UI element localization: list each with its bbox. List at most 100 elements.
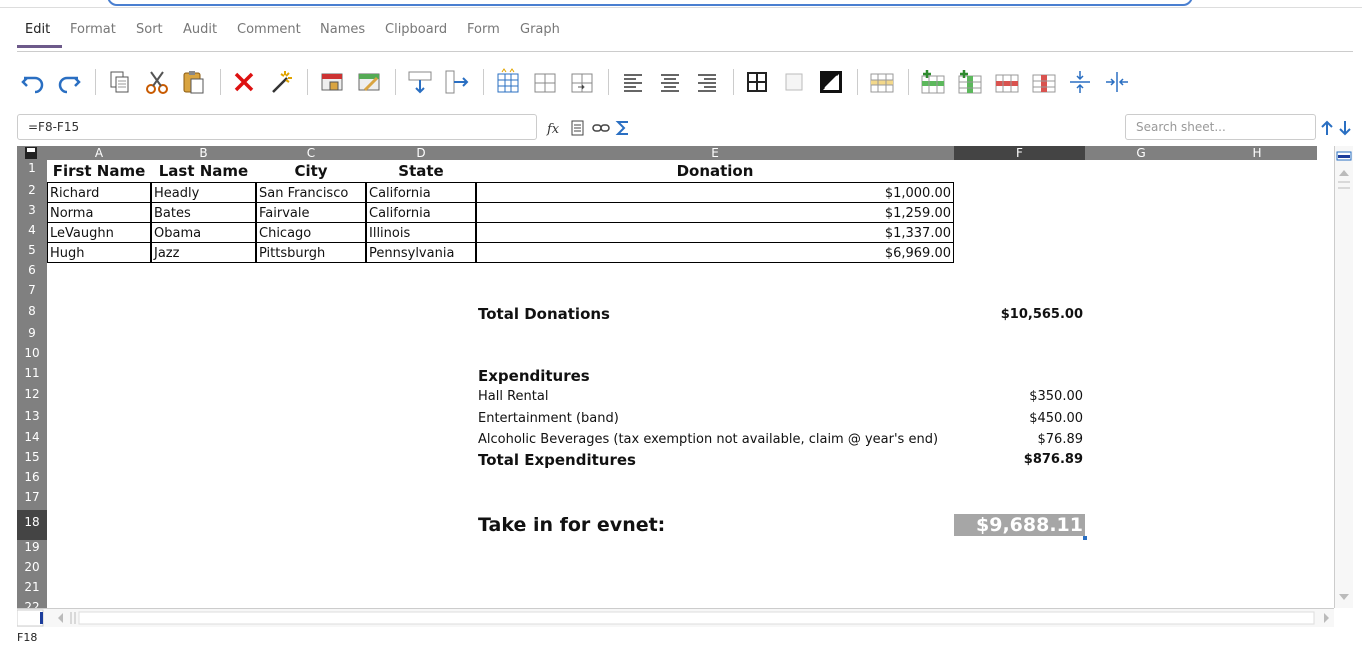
insert-column-icon[interactable] — [955, 67, 985, 97]
cell-E4[interactable]: $1,337.00 — [476, 222, 954, 243]
cut-icon[interactable] — [142, 67, 172, 97]
row-header[interactable]: 14 — [17, 430, 47, 450]
tab-sort[interactable]: Sort — [136, 22, 163, 37]
cell-A5[interactable]: Hugh — [47, 242, 151, 263]
cell-F15[interactable]: $876.89 — [954, 450, 1085, 470]
column-header[interactable]: F — [954, 146, 1085, 160]
lock-cell-icon[interactable] — [317, 67, 347, 97]
column-header[interactable]: D — [366, 146, 476, 160]
cell-A4[interactable]: LeVaughn — [47, 222, 151, 243]
tab-comment[interactable]: Comment — [237, 22, 301, 37]
column-header[interactable]: E — [476, 146, 954, 160]
insert-row-icon[interactable] — [867, 67, 897, 97]
cell-A3[interactable]: Norma — [47, 202, 151, 223]
cell-A1[interactable]: First Name — [47, 160, 151, 183]
cell-B5[interactable]: Jazz — [151, 242, 256, 263]
borders-icon[interactable] — [742, 67, 772, 97]
redo-icon[interactable] — [54, 67, 84, 97]
cell-E14[interactable]: Alcoholic Beverages (tax exemption not a… — [476, 430, 954, 450]
row-header[interactable]: 3 — [17, 203, 47, 223]
row-header[interactable]: 10 — [17, 346, 47, 366]
delete-column-icon[interactable] — [1029, 67, 1059, 97]
row-header[interactable]: 21 — [17, 580, 47, 600]
selected-cell-F18[interactable]: $9,688.11 — [954, 514, 1085, 536]
column-header[interactable]: B — [151, 146, 256, 160]
cell-C3[interactable]: Fairvale — [256, 202, 366, 223]
tab-clipboard[interactable]: Clipboard — [385, 22, 447, 37]
cell-F14[interactable]: $76.89 — [954, 430, 1085, 450]
save-corner[interactable] — [17, 146, 47, 160]
search-up-icon[interactable] — [1318, 118, 1336, 138]
cell-E13[interactable]: Entertainment (band) — [476, 408, 954, 430]
undo-icon[interactable] — [18, 67, 48, 97]
cell-A2[interactable]: Richard — [47, 182, 151, 203]
row-header[interactable]: 1 — [17, 160, 47, 183]
cell-D3[interactable]: California — [366, 202, 476, 223]
paste-formats-icon[interactable] — [266, 67, 296, 97]
cell-C4[interactable]: Chicago — [256, 222, 366, 243]
row-header[interactable]: 7 — [17, 283, 47, 303]
sum-icon[interactable] — [614, 119, 632, 137]
cell-E8[interactable]: Total Donations — [476, 303, 954, 326]
tab-graph[interactable]: Graph — [520, 22, 560, 37]
cell-E5[interactable]: $6,969.00 — [476, 242, 954, 263]
cell-F12[interactable]: $350.00 — [954, 386, 1085, 408]
multiline-icon[interactable] — [569, 119, 587, 137]
cell-C5[interactable]: Pittsburgh — [256, 242, 366, 263]
freeze-rows-icon[interactable] — [1065, 67, 1095, 97]
row-header[interactable]: 2 — [17, 183, 47, 203]
row-header[interactable]: 11 — [17, 366, 47, 386]
freeze-columns-icon[interactable] — [1102, 67, 1132, 97]
cell-D4[interactable]: Illinois — [366, 222, 476, 243]
row-header[interactable]: 17 — [17, 490, 47, 510]
fill-down-icon[interactable] — [405, 67, 435, 97]
row-header[interactable]: 12 — [17, 386, 47, 408]
row-header[interactable]: 4 — [17, 223, 47, 243]
tab-names[interactable]: Names — [320, 22, 365, 37]
column-header[interactable]: H — [1197, 146, 1317, 160]
delete-row-icon[interactable] — [992, 67, 1022, 97]
no-border-icon[interactable] — [779, 67, 809, 97]
cell-D5[interactable]: Pennsylvania — [366, 242, 476, 263]
link-icon[interactable] — [592, 119, 610, 137]
row-header[interactable]: 18 — [17, 510, 47, 540]
fill-right-icon[interactable] — [442, 67, 472, 97]
cell-C1[interactable]: City — [256, 160, 366, 183]
row-header[interactable]: 13 — [17, 408, 47, 430]
tab-form[interactable]: Form — [467, 22, 500, 37]
search-down-icon[interactable] — [1336, 118, 1354, 138]
row-header[interactable]: 19 — [17, 540, 47, 560]
row-header[interactable]: 9 — [17, 326, 47, 346]
row-header[interactable]: 6 — [17, 263, 47, 283]
cell-F8[interactable]: $10,565.00 — [954, 303, 1085, 326]
column-header[interactable]: C — [256, 146, 366, 160]
cell-B2[interactable]: Headly — [151, 182, 256, 203]
cell-B1[interactable]: Last Name — [151, 160, 256, 183]
horizontal-scrollbar[interactable] — [16, 608, 1352, 627]
tab-format[interactable]: Format — [70, 22, 116, 37]
cell-E1[interactable]: Donation — [476, 160, 954, 183]
cell-icon[interactable] — [567, 67, 597, 97]
unlock-cell-icon[interactable] — [354, 67, 384, 97]
delete-icon[interactable] — [229, 67, 259, 97]
vertical-scrollbar[interactable] — [1334, 146, 1353, 608]
cell-D2[interactable]: California — [366, 182, 476, 203]
search-input[interactable]: Search sheet... — [1125, 114, 1316, 140]
paste-icon[interactable] — [179, 67, 209, 97]
spreadsheet-grid[interactable]: A B C D E F G H 1 2 3 4 5 6 7 8 9 10 11 12 13 14 15 16 17 18 19 20 2… — [17, 146, 1334, 608]
column-header[interactable]: G — [1085, 146, 1197, 160]
cell-F13[interactable]: $450.00 — [954, 408, 1085, 430]
row-header[interactable]: 16 — [17, 470, 47, 490]
unmerge-icon[interactable] — [530, 67, 560, 97]
row-header[interactable]: 15 — [17, 450, 47, 470]
cell-E3[interactable]: $1,259.00 — [476, 202, 954, 223]
formula-input[interactable]: =F8-F15 — [17, 114, 537, 140]
insert-row-before-icon[interactable] — [918, 67, 948, 97]
function-icon[interactable]: fx — [546, 119, 564, 137]
column-header[interactable]: A — [47, 146, 151, 160]
cell-B4[interactable]: Obama — [151, 222, 256, 243]
tab-edit[interactable]: Edit — [25, 22, 50, 37]
align-right-icon[interactable] — [692, 67, 722, 97]
swap-colors-icon[interactable] — [816, 67, 846, 97]
row-header[interactable]: 8 — [17, 303, 47, 326]
